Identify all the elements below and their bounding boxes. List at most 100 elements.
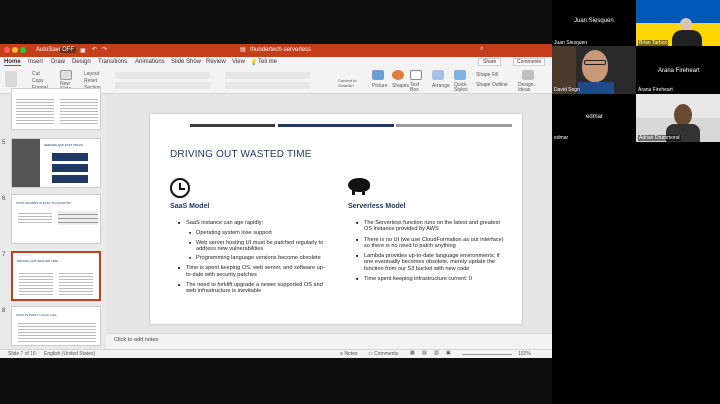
bullet-item: Time spent keeping infrastructure curren…	[356, 276, 506, 283]
arrange-icon[interactable]	[432, 70, 444, 80]
cut-button[interactable]: Cut	[32, 71, 40, 77]
participant-glasses	[584, 60, 606, 65]
normal-view-icon[interactable]: ▦	[410, 350, 415, 356]
reset-button[interactable]: Reset	[84, 78, 97, 84]
piggy-bank-icon	[348, 178, 370, 195]
flag-blue-stripe	[636, 0, 720, 23]
slide-title[interactable]: DRIVING OUT WASTED TIME	[170, 149, 312, 160]
autosave-label: AutoSave	[36, 47, 63, 53]
bullet-item: The Serverless function runs on the late…	[356, 220, 506, 233]
thumb-number: 6	[2, 196, 6, 202]
tab-design[interactable]: Design	[72, 59, 91, 65]
close-window-button[interactable]	[4, 47, 10, 53]
share-label: Share	[483, 59, 497, 65]
thumb-title: COST SAVINGS IS EASY TO QUANTIFY	[16, 201, 72, 205]
copy-button[interactable]: Copy	[32, 78, 44, 84]
thumb-box	[52, 164, 88, 172]
participant-face	[582, 50, 608, 82]
saas-bullets[interactable]: SaaS instance can age rapidly: Operating…	[178, 220, 330, 295]
share-button[interactable]: Share	[478, 58, 502, 66]
comments-toggle[interactable]: ▭ Comments	[368, 351, 398, 357]
picture-icon[interactable]	[372, 70, 384, 80]
comments-label: Comments	[517, 59, 542, 65]
quick-styles-button[interactable]: Quick Styles	[454, 83, 468, 93]
thumb-number: 7	[2, 252, 6, 258]
tell-me-search[interactable]: Tell me	[258, 59, 277, 65]
minimize-window-button[interactable]	[12, 47, 18, 53]
bullet-item: Programming language versions become obs…	[189, 255, 330, 262]
participant-tile-brian[interactable]: Brian Tarbox	[636, 0, 720, 46]
font-controls[interactable]	[115, 72, 210, 79]
thumb-box	[52, 153, 88, 161]
language-status[interactable]: English (United States)	[44, 351, 95, 357]
participant-tile-david[interactable]: David Sogn	[552, 46, 636, 94]
shapes-button[interactable]: Shapes	[392, 83, 409, 89]
current-slide[interactable]: DRIVING OUT WASTED TIME SaaS Model SaaS …	[150, 114, 522, 324]
tab-animations[interactable]: Animations	[135, 59, 165, 65]
participant-big-name: edmar	[586, 114, 604, 120]
slideshow-icon[interactable]: ▣	[446, 350, 451, 356]
participant-name: Juan Siesquen	[554, 40, 588, 46]
tab-draw[interactable]: Draw	[51, 59, 65, 65]
alignment-controls[interactable]	[225, 82, 310, 89]
notes-toggle[interactable]: ≡ Notes	[340, 351, 357, 357]
notes-pane[interactable]: Click to add notes	[106, 333, 552, 349]
piggy-leg	[362, 190, 365, 195]
shape-outline-button[interactable]: Shape Outline	[476, 82, 508, 88]
tab-transitions[interactable]: Transitions	[98, 59, 127, 65]
thumb-title: DRIVING OUT WASTED TIME	[17, 259, 59, 263]
thumb-text-block	[60, 97, 98, 125]
slide-thumb-7[interactable]: DRIVING OUT WASTED TIME	[11, 251, 101, 301]
quick-styles-icon[interactable]	[454, 70, 466, 80]
tab-view[interactable]: View	[232, 59, 245, 65]
save-icon[interactable]: ▣	[80, 47, 86, 54]
autosave-toggle[interactable]: OFF	[60, 47, 76, 53]
participant-tile-edmar[interactable]: edmar edmar	[552, 94, 636, 142]
accent-bar-dark	[190, 124, 275, 127]
slide-thumb-5[interactable]: SERVERLESS FAST TRACK	[11, 138, 101, 188]
bullet-item: Time is spent keeping OS, web server, an…	[178, 265, 330, 278]
tab-home[interactable]: Home	[4, 59, 21, 66]
paragraph-controls[interactable]	[225, 72, 310, 79]
tab-insert[interactable]: Insert	[28, 59, 43, 65]
tab-review[interactable]: Review	[206, 59, 226, 65]
bullet-item: There is no UI (we use CloudFormation as…	[356, 237, 506, 250]
shape-fill-button[interactable]: Shape Fill	[476, 72, 498, 78]
design-ideas-button[interactable]: Design Ideas	[518, 83, 538, 93]
zoom-level[interactable]: 102%	[518, 351, 531, 357]
layout-button[interactable]: Layout	[84, 71, 99, 77]
bullet-item: The need to forklift upgrade a newer sup…	[178, 282, 330, 295]
reading-view-icon[interactable]: ▥	[434, 350, 439, 356]
slide-thumb-8[interactable]: LOCK-IN POINT: LOCAL LOG	[11, 306, 101, 346]
piggy-leg	[352, 190, 355, 195]
picture-button[interactable]: Picture	[372, 83, 388, 89]
paste-icon[interactable]	[5, 71, 17, 87]
arrange-button[interactable]: Arrange	[432, 83, 450, 89]
serverless-bullets[interactable]: The Serverless function runs on the late…	[356, 220, 506, 283]
redo-icon[interactable]: ↷	[102, 46, 107, 53]
undo-icon[interactable]: ↶	[92, 46, 97, 53]
participant-face	[674, 104, 692, 126]
participant-tile-arana[interactable]: Arana Fireheart Arana Fireheart	[636, 46, 720, 94]
bullet-item: Lambda provides up-to-date language envi…	[356, 253, 506, 272]
comments-button[interactable]: Comments	[513, 58, 546, 66]
slide-thumb-4[interactable]	[11, 88, 101, 130]
convert-smartart-button[interactable]: Convert to SmartArt	[338, 78, 366, 88]
thumb-title: LOCK-IN POINT: LOCAL LOG	[16, 313, 57, 317]
maximize-window-button[interactable]	[20, 47, 26, 53]
tab-slide-show[interactable]: Slide Show	[171, 59, 201, 65]
search-icon[interactable]: ⌕	[480, 46, 483, 53]
slide-sorter-icon[interactable]: ▤	[422, 350, 427, 356]
thumb-text-block	[18, 321, 96, 343]
participant-tile-adrian[interactable]: Adrian Drummond	[636, 94, 720, 142]
serverless-heading[interactable]: Serverless Model	[348, 203, 406, 210]
slide-thumb-6[interactable]: COST SAVINGS IS EASY TO QUANTIFY	[11, 194, 101, 244]
saas-heading[interactable]: SaaS Model	[170, 203, 209, 210]
design-ideas-icon[interactable]	[522, 70, 534, 80]
zoom-slider[interactable]	[462, 354, 512, 355]
shapes-icon[interactable]	[392, 70, 404, 80]
font-format-controls[interactable]	[115, 82, 210, 89]
new-slide-icon[interactable]	[60, 70, 72, 80]
textbox-button[interactable]: Text Box	[410, 83, 424, 93]
textbox-icon[interactable]	[410, 70, 422, 80]
